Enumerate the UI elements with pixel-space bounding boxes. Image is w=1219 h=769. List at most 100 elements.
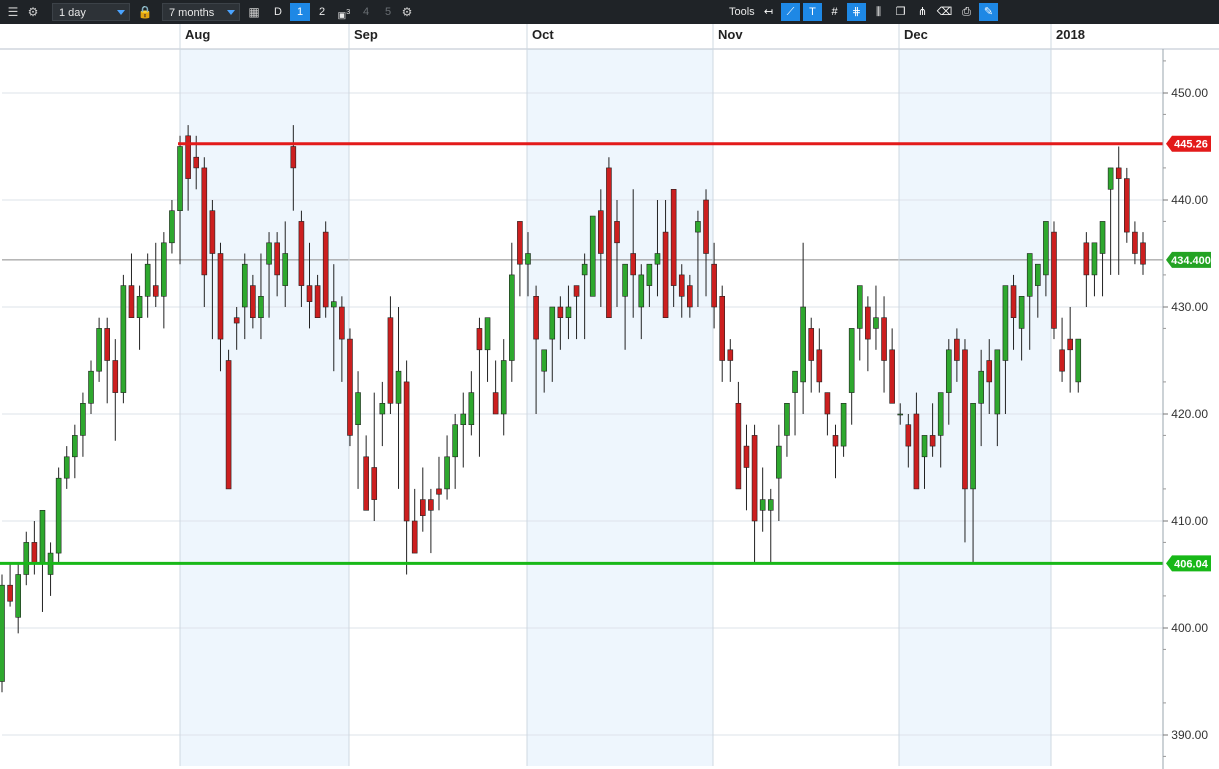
candle-body-down — [557, 306, 564, 318]
candle-body-down — [703, 199, 709, 254]
trendline-icon[interactable]: ⟋ — [781, 3, 800, 21]
candle-body-up — [161, 242, 167, 297]
print-icon[interactable]: ⎙ — [957, 3, 976, 21]
y-tick-label: 410.00 — [1171, 514, 1208, 528]
candle-body-down — [363, 456, 369, 511]
candle — [1107, 167, 1114, 275]
candle-body-up — [622, 263, 628, 297]
price-chart[interactable]: 390.00 400.00 410.00 420.00 430.00 440.00 450.… — [0, 24, 1219, 769]
duplicate-icon[interactable]: ❐ — [891, 3, 910, 21]
settings-icon[interactable]: ⚙ — [398, 3, 416, 21]
candle — [379, 381, 386, 447]
time-axis-strip — [0, 24, 1219, 49]
candle-body-up — [873, 317, 879, 329]
text-tool-icon[interactable]: T — [803, 3, 822, 21]
candle-body-down — [419, 499, 426, 516]
candle-body-down — [687, 285, 693, 308]
layout-button-5[interactable]: 5 — [378, 3, 398, 21]
candle-body-down — [193, 156, 200, 169]
candle-body-down — [832, 435, 839, 447]
candle-body-up — [1002, 285, 1009, 361]
layout-button-1[interactable]: 1 — [290, 3, 310, 21]
fibonacci-icon[interactable]: ⋕ — [847, 3, 866, 21]
candle — [152, 242, 159, 307]
candle-body-down — [339, 306, 345, 340]
x-tick-label: Dec — [904, 27, 928, 42]
candle-body-down — [1083, 242, 1090, 276]
chart-toolbar: ☰ ⚙ 1 day 🔒 7 months ▦ D 1 2 ▣3 4 5 ⚙ To… — [0, 0, 1219, 25]
candle-body-down — [824, 392, 831, 415]
candle — [161, 232, 167, 329]
lock-icon[interactable]: 🔒 — [136, 3, 154, 21]
candle-body-up — [1035, 263, 1041, 286]
candle-body-down — [598, 210, 604, 254]
candle — [403, 360, 410, 575]
candle-body-down — [606, 167, 612, 318]
candle — [55, 467, 62, 564]
chart-style-button[interactable]: D — [268, 3, 288, 21]
candle-body-down — [751, 435, 758, 522]
layout-button-4[interactable]: 4 — [356, 3, 376, 21]
candle-type-icon[interactable]: ⫼ — [869, 3, 888, 21]
candle-body-up — [500, 360, 507, 415]
candle — [476, 317, 483, 457]
candle — [816, 328, 823, 393]
candle-body-down — [614, 221, 620, 244]
candle-body-up — [581, 263, 588, 276]
interval-select[interactable]: 1 day — [52, 3, 130, 21]
candle — [1124, 167, 1130, 243]
candle-body-down — [298, 221, 305, 286]
candle-body-down — [865, 306, 871, 340]
candle-body-up — [589, 215, 596, 297]
candle-body-up — [897, 413, 904, 416]
candle — [735, 381, 742, 490]
candle — [759, 467, 766, 532]
candle-body-up — [0, 584, 5, 682]
candle — [452, 414, 458, 489]
price-axis: 390.00 400.00 410.00 420.00 430.00 440.00 450.… — [1162, 49, 1208, 769]
candle — [169, 200, 175, 254]
candle — [889, 328, 895, 404]
candle-body-down — [1059, 349, 1065, 372]
candle-body-down — [1140, 242, 1146, 265]
settings-icon[interactable]: ⚙ — [24, 3, 42, 21]
month-shading — [0, 24, 1219, 766]
candle-body-down — [630, 253, 636, 276]
candle-body-up — [509, 274, 515, 361]
candle-body-up — [994, 349, 1001, 415]
pitchfork-icon[interactable]: ⋔ — [913, 3, 932, 21]
candle-body-up — [63, 456, 70, 479]
back-arrow-icon[interactable]: ↤ — [759, 3, 778, 21]
candle — [0, 574, 5, 693]
support-price-tag-text: 406.04 — [1174, 558, 1209, 570]
candle-body-down — [290, 146, 297, 169]
candle — [484, 317, 491, 382]
resistance-price-tag: 445.26 — [1166, 135, 1211, 152]
candle-body-down — [128, 285, 135, 319]
candle — [881, 296, 887, 393]
candle-body-down — [7, 584, 13, 602]
candle-body-up — [282, 253, 289, 286]
candle — [322, 221, 329, 318]
layout-button-2[interactable]: 2 — [312, 3, 332, 21]
grid-icon[interactable]: # — [825, 3, 844, 21]
y-tick-label: 430.00 — [1171, 300, 1208, 314]
candle — [363, 435, 369, 511]
x-tick-label: Sep — [354, 27, 378, 42]
candle — [840, 402, 847, 457]
extra-tools-icon[interactable]: ✎ — [979, 3, 998, 21]
calendar-icon[interactable]: ▦ — [245, 3, 263, 21]
eraser-icon[interactable]: ⌫ — [935, 3, 954, 21]
candle-body-down — [808, 328, 815, 361]
candle-body-up — [937, 392, 944, 436]
candle-body-down — [533, 295, 539, 340]
candle-body-up — [72, 435, 78, 458]
candle-body-up — [39, 509, 46, 565]
range-select[interactable]: 7 months — [162, 3, 240, 21]
current-price-tag-text: 434.400 — [1171, 255, 1211, 267]
candle — [39, 509, 46, 612]
candle-body-up — [444, 456, 450, 490]
menu-icon[interactable]: ☰ — [4, 3, 22, 21]
layout-button-3[interactable]: ▣3 — [334, 3, 354, 21]
candle-body-up — [1075, 338, 1082, 383]
